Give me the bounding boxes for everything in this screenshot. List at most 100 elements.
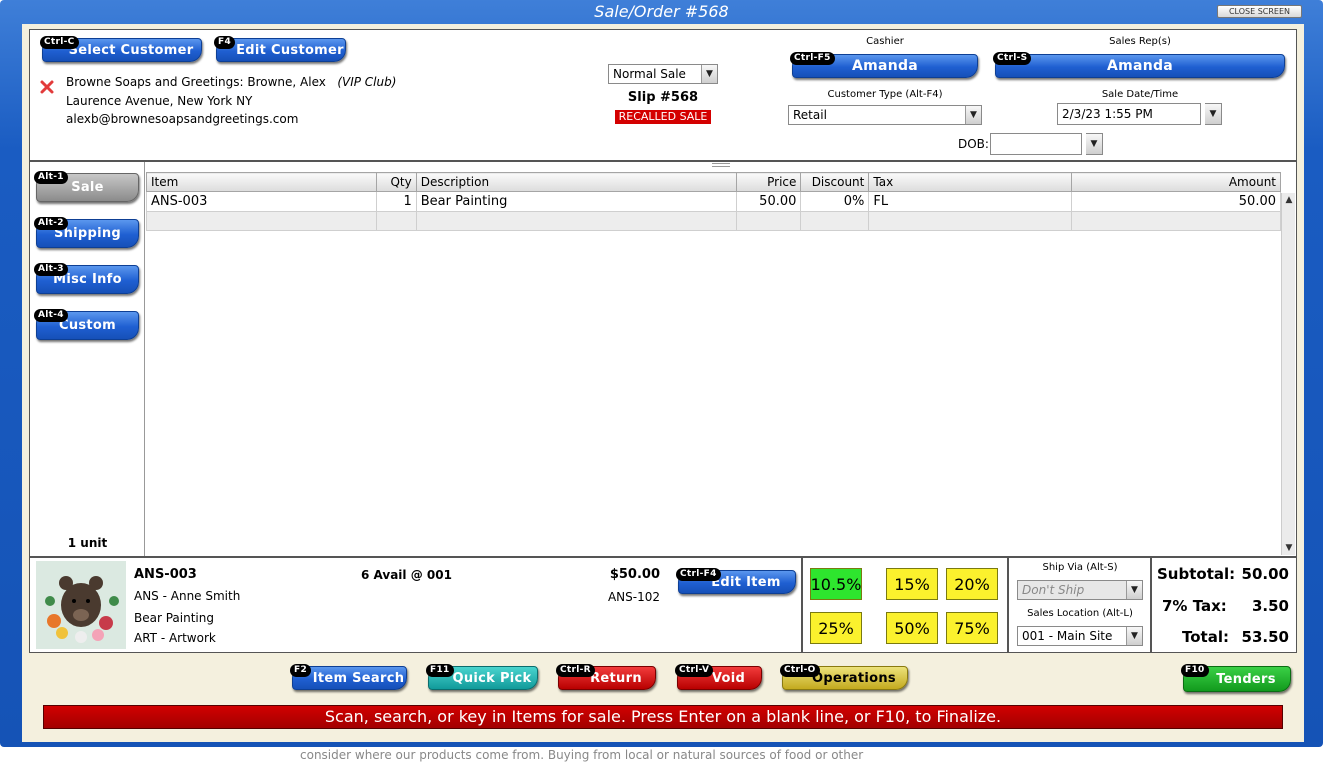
column-header-tax[interactable]: Tax bbox=[868, 172, 1073, 192]
sales-rep-button[interactable]: Ctrl-S Amanda bbox=[993, 52, 1285, 78]
sales-location-select[interactable]: 001 - Main Site ▼ bbox=[1017, 626, 1143, 646]
remove-customer-icon[interactable] bbox=[39, 79, 55, 95]
cell-item[interactable]: ANS-003 bbox=[146, 191, 377, 212]
tab-shipping[interactable]: Alt-2 Shipping bbox=[34, 217, 139, 248]
total-label: Total: bbox=[1182, 628, 1229, 646]
cashier-button[interactable]: Ctrl-F5 Amanda bbox=[790, 52, 978, 78]
tenders-button[interactable]: F10 Tenders bbox=[1181, 664, 1291, 692]
discount-25-button[interactable]: 25% bbox=[810, 612, 862, 644]
sale-date-dropdown[interactable]: ▼ bbox=[1205, 103, 1222, 125]
detail-price: $50.00 bbox=[609, 567, 660, 582]
blank-cell[interactable] bbox=[868, 211, 1073, 231]
table-row-blank[interactable] bbox=[146, 211, 1281, 231]
chevron-down-icon: ▼ bbox=[1126, 581, 1142, 599]
cell-tax[interactable]: FL bbox=[868, 191, 1073, 212]
cell-price[interactable]: 50.00 bbox=[736, 191, 802, 212]
sale-type-select[interactable]: Normal Sale ▼ bbox=[608, 64, 718, 84]
background-page-text: consider where our products come from. B… bbox=[300, 748, 864, 762]
shortcut-badge: Ctrl-F4 bbox=[676, 568, 721, 581]
sales-location-label: Sales Location (Alt-L) bbox=[1027, 608, 1133, 619]
blank-cell[interactable] bbox=[375, 211, 417, 231]
ship-via-label: Ship Via (Alt-S) bbox=[1042, 562, 1118, 573]
edit-item-button[interactable]: Ctrl-F4 Edit Item bbox=[676, 568, 796, 594]
sale-date-value: 2/3/23 1:55 PM bbox=[1062, 107, 1153, 121]
cell-qty[interactable]: 1 bbox=[375, 191, 417, 212]
scroll-up-icon[interactable]: ▲ bbox=[1282, 193, 1296, 207]
sales-location-value: 001 - Main Site bbox=[1022, 629, 1113, 643]
slip-number: Slip #568 bbox=[627, 90, 699, 105]
sale-date-input[interactable]: 2/3/23 1:55 PM bbox=[1057, 103, 1201, 125]
discount-75-button[interactable]: 75% bbox=[946, 612, 998, 644]
chevron-down-icon: ▼ bbox=[1205, 104, 1221, 124]
dob-input[interactable] bbox=[990, 133, 1082, 155]
discount-50-button[interactable]: 50% bbox=[886, 612, 938, 644]
quick-pick-button[interactable]: F11 Quick Pick bbox=[426, 664, 538, 690]
tab-custom[interactable]: Alt-4 Custom bbox=[34, 309, 139, 340]
grid-scrollbar[interactable]: ▲ ▼ bbox=[1281, 193, 1295, 555]
edit-customer-button[interactable]: F4 Edit Customer bbox=[214, 36, 346, 62]
dob-label: DOB: bbox=[958, 137, 989, 151]
shortcut-badge: Ctrl-R bbox=[556, 664, 595, 677]
splitter-handle[interactable] bbox=[712, 163, 730, 167]
sales-rep-label: Sales Rep(s) bbox=[1109, 36, 1171, 47]
detail-sku: ANS-003 bbox=[134, 567, 197, 582]
dob-dropdown[interactable]: ▼ bbox=[1086, 133, 1103, 155]
tenders-label: Tenders bbox=[1216, 671, 1276, 687]
blank-cell[interactable] bbox=[415, 211, 738, 231]
item-search-button[interactable]: F2 Item Search bbox=[290, 664, 407, 690]
column-header-price[interactable]: Price bbox=[736, 172, 802, 192]
items-grid: Item Qty Description Price Discount Tax … bbox=[146, 172, 1281, 231]
chevron-down-icon: ▼ bbox=[1126, 627, 1142, 645]
column-header-qty[interactable]: Qty bbox=[375, 172, 417, 192]
shortcut-badge: Alt-1 bbox=[34, 171, 68, 184]
ship-via-select[interactable]: Don't Ship ▼ bbox=[1017, 580, 1143, 600]
total-value: 53.50 bbox=[1241, 628, 1289, 646]
scroll-down-icon[interactable]: ▼ bbox=[1282, 541, 1296, 555]
status-message-bar: Scan, search, or key in Items for sale. … bbox=[43, 705, 1283, 729]
cashier-name: Amanda bbox=[851, 58, 919, 74]
close-screen-button[interactable]: CLOSE SCREEN bbox=[1217, 5, 1302, 18]
cell-description[interactable]: Bear Painting bbox=[415, 191, 738, 212]
tax-row: 7% Tax: 3.50 bbox=[1157, 597, 1289, 615]
tab-sale[interactable]: Alt-1 Sale bbox=[34, 171, 139, 202]
customer-type-value: Retail bbox=[793, 108, 827, 122]
chevron-down-icon: ▼ bbox=[1086, 134, 1102, 154]
cell-discount[interactable]: 0% bbox=[800, 191, 870, 212]
grid-header-row: Item Qty Description Price Discount Tax … bbox=[146, 172, 1281, 192]
column-header-amount[interactable]: Amount bbox=[1071, 172, 1281, 192]
blank-cell[interactable] bbox=[146, 211, 377, 231]
cell-amount[interactable]: 50.00 bbox=[1071, 191, 1281, 212]
column-header-discount[interactable]: Discount bbox=[800, 172, 870, 192]
customer-type-select[interactable]: Retail ▼ bbox=[788, 105, 982, 125]
subtotal-value: 50.00 bbox=[1241, 565, 1289, 583]
tab-misc-info[interactable]: Alt-3 Misc Info bbox=[34, 263, 139, 294]
discount-10-5-button[interactable]: 10.5% bbox=[810, 568, 862, 600]
blank-cell[interactable] bbox=[736, 211, 802, 231]
blank-cell[interactable] bbox=[1071, 211, 1281, 231]
shortcut-badge: Ctrl-V bbox=[675, 664, 714, 677]
cashier-label: Cashier bbox=[866, 36, 904, 47]
return-button[interactable]: Ctrl-R Return bbox=[556, 664, 656, 690]
item-search-label: Item Search bbox=[312, 670, 405, 686]
item-thumbnail bbox=[36, 561, 126, 649]
column-header-description[interactable]: Description bbox=[415, 172, 738, 192]
select-customer-button[interactable]: Ctrl-C Select Customer bbox=[40, 36, 202, 62]
shortcut-badge: Ctrl-F5 bbox=[790, 52, 835, 65]
table-row[interactable]: ANS-003 1 Bear Painting 50.00 0% FL 50.0… bbox=[146, 191, 1281, 212]
sale-order-window: Sale/Order #568 CLOSE SCREEN Ctrl-C Sele… bbox=[0, 0, 1323, 747]
shortcut-badge: Ctrl-O bbox=[780, 664, 820, 677]
detail-availability: 6 Avail @ 001 bbox=[361, 568, 452, 582]
chevron-down-icon: ▼ bbox=[701, 65, 717, 83]
edit-customer-label: Edit Customer bbox=[236, 42, 344, 58]
discount-15-button[interactable]: 15% bbox=[886, 568, 938, 600]
operations-button[interactable]: Ctrl-O Operations bbox=[780, 664, 908, 690]
void-button[interactable]: Ctrl-V Void bbox=[675, 664, 762, 690]
sale-type-value: Normal Sale bbox=[613, 67, 686, 81]
shortcut-badge: Alt-2 bbox=[34, 217, 68, 230]
blank-cell[interactable] bbox=[800, 211, 870, 231]
discount-20-button[interactable]: 20% bbox=[946, 568, 998, 600]
column-header-item[interactable]: Item bbox=[146, 172, 377, 192]
tab-custom-label: Custom bbox=[58, 318, 117, 333]
unit-count: 1 unit bbox=[67, 536, 108, 550]
tax-label: 7% Tax: bbox=[1162, 597, 1227, 615]
